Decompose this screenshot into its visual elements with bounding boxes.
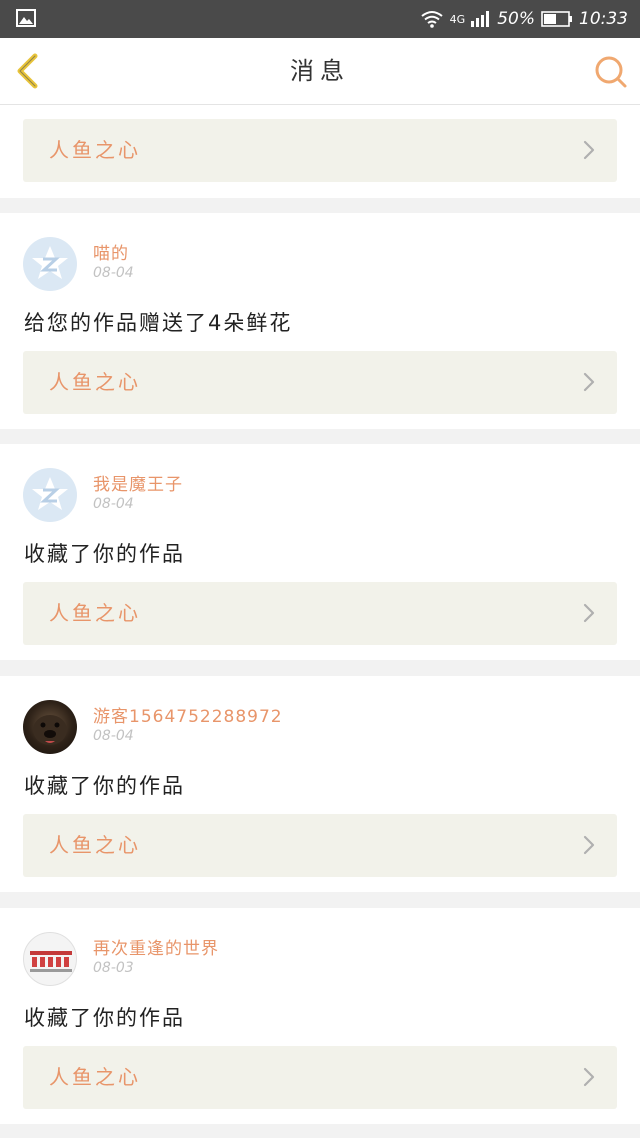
chevron-right-icon	[583, 835, 595, 855]
message-text: 收藏了你的作品	[24, 1006, 185, 1030]
status-bar: 4G 50% 10:33	[0, 0, 640, 38]
app-header: 消息	[0, 38, 640, 105]
chevron-right-icon	[583, 140, 595, 160]
user-name[interactable]: 再次重逢的世界	[93, 934, 219, 959]
user-name[interactable]: 我是魔王子	[93, 470, 183, 495]
message-text: 收藏了你的作品	[24, 774, 185, 798]
message-date: 08-04	[93, 728, 134, 744]
message-card: 游客1564752288972 08-04 收藏了你的作品 人鱼之心	[0, 676, 640, 892]
user-name[interactable]: 游客1564752288972	[93, 702, 283, 727]
wifi-icon	[421, 11, 443, 28]
signal-icon	[471, 11, 490, 27]
user-name[interactable]: 喵的	[93, 239, 129, 264]
search-icon[interactable]	[594, 55, 628, 89]
message-date: 08-04	[93, 496, 134, 512]
dog-photo-icon	[33, 715, 67, 745]
gallery-icon	[16, 9, 36, 27]
work-title: 人鱼之心	[49, 138, 141, 162]
battery-percent: 50%	[497, 9, 535, 29]
status-indicators: 4G 50% 10:33	[420, 0, 628, 38]
work-title: 人鱼之心	[49, 370, 141, 394]
message-date: 08-03	[93, 960, 134, 976]
chevron-right-icon	[583, 372, 595, 392]
message-text: 收藏了你的作品	[24, 542, 185, 566]
work-link[interactable]: 人鱼之心	[23, 814, 617, 877]
clock: 10:33	[579, 9, 628, 29]
avatar[interactable]	[23, 237, 77, 291]
page-title: 消息	[290, 57, 350, 85]
default-avatar-icon	[32, 246, 68, 279]
work-link[interactable]: 人鱼之心	[23, 351, 617, 414]
avatar[interactable]	[23, 700, 77, 754]
chevron-right-icon	[583, 1067, 595, 1087]
message-text: 给您的作品赠送了4朵鲜花	[24, 311, 293, 335]
avatar[interactable]	[23, 468, 77, 522]
work-link[interactable]: 人鱼之心	[23, 1046, 617, 1109]
message-card: 我是魔王子 08-04 收藏了你的作品 人鱼之心	[0, 444, 640, 660]
message-card: 喵的 08-04 给您的作品赠送了4朵鲜花 人鱼之心	[0, 213, 640, 429]
work-title: 人鱼之心	[49, 1065, 141, 1089]
figures-photo-icon	[30, 951, 72, 972]
battery-icon	[541, 11, 572, 27]
message-date: 08-04	[93, 265, 134, 281]
work-link[interactable]: 人鱼之心	[23, 582, 617, 645]
work-title: 人鱼之心	[49, 601, 141, 625]
avatar[interactable]	[23, 932, 77, 986]
work-link[interactable]: 人鱼之心	[23, 119, 617, 182]
message-card: 再次重逢的世界 08-03 收藏了你的作品 人鱼之心	[0, 908, 640, 1124]
work-title: 人鱼之心	[49, 833, 141, 857]
network-type: 4G	[449, 12, 466, 26]
chevron-right-icon	[583, 603, 595, 623]
message-card-partial: 人鱼之心	[0, 105, 640, 198]
default-avatar-icon	[32, 477, 68, 510]
